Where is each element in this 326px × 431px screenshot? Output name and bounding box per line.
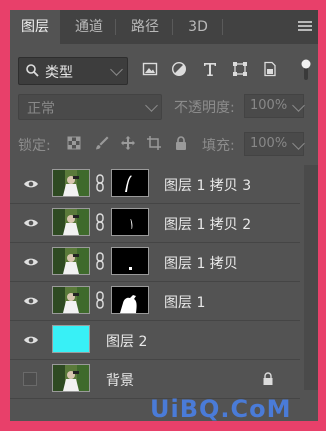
outer-frame: 图层 通道 路径 3D 类型 正常 不透明度: 100% 锁定: 填充: 100… — [0, 0, 326, 431]
lock-transparent-pixels-icon[interactable] — [66, 135, 82, 151]
eye-icon[interactable] — [23, 179, 39, 189]
layer-thumbnail — [52, 286, 90, 314]
eye-icon[interactable] — [23, 335, 39, 345]
layer-mask-thumbnail[interactable] — [111, 169, 149, 197]
layer-thumbnail — [52, 208, 90, 236]
lock-all-icon[interactable] — [173, 135, 189, 151]
layers-scrollbar[interactable] — [304, 165, 318, 390]
image-filter-icon[interactable] — [142, 61, 158, 77]
link-chain-icon[interactable] — [96, 252, 104, 270]
watermark: UiBQ.CoM — [150, 395, 292, 423]
eye-icon[interactable] — [23, 296, 39, 306]
eye-icon[interactable] — [23, 218, 39, 228]
link-chain-icon[interactable] — [96, 174, 104, 192]
layer-name[interactable]: 图层 1 — [164, 292, 205, 312]
layers-panel: 图层 通道 路径 3D 类型 正常 不透明度: 100% 锁定: 填充: 100… — [10, 10, 318, 421]
blend-mode-dropdown[interactable]: 正常 — [18, 94, 162, 120]
lock-position-icon[interactable] — [120, 135, 136, 151]
tab-3d[interactable]: 3D — [174, 10, 222, 44]
layer-name[interactable]: 图层 2 — [106, 331, 147, 351]
panel-menu-icon[interactable] — [298, 21, 312, 33]
layer-mask-thumbnail[interactable] — [111, 208, 149, 236]
layers-list: 图层 1 拷贝 3 图层 1 拷贝 2 图层 1 拷贝 图层 1 图层 2 背景 — [10, 165, 318, 421]
chevron-down-icon — [145, 99, 158, 112]
visibility-toggle-empty[interactable] — [23, 372, 37, 386]
layer-name[interactable]: 图层 1 拷贝 2 — [164, 214, 251, 234]
lock-image-pixels-icon[interactable] — [94, 135, 110, 151]
lock-label: 锁定: — [18, 138, 51, 154]
link-chain-icon[interactable] — [96, 213, 104, 231]
layer-name[interactable]: 背景 — [106, 370, 134, 390]
filter-type-dropdown[interactable]: 类型 — [18, 57, 128, 85]
layer-row[interactable]: 图层 1 拷贝 — [10, 243, 300, 282]
lock-icon — [263, 372, 273, 385]
layer-row[interactable]: 图层 2 — [10, 321, 300, 360]
layer-row[interactable]: 图层 1 — [10, 282, 300, 321]
layer-thumbnail — [52, 364, 90, 392]
lock-artboard-icon[interactable] — [146, 135, 162, 151]
tab-paths[interactable]: 路径 — [118, 10, 172, 44]
filter-type-label: 类型 — [45, 65, 73, 81]
layer-thumbnail-cyan-fill — [52, 325, 90, 353]
link-chain-icon[interactable] — [96, 291, 104, 309]
eye-icon[interactable] — [23, 257, 39, 267]
chevron-down-icon — [110, 63, 123, 76]
layer-name[interactable]: 图层 1 拷贝 — [164, 253, 238, 273]
tab-bar: 图层 通道 路径 3D — [10, 10, 318, 44]
shape-filter-icon[interactable] — [232, 61, 248, 77]
layer-row[interactable]: 图层 1 拷贝 2 — [10, 204, 300, 243]
blend-mode-value: 正常 — [27, 101, 55, 117]
layer-thumbnail — [52, 247, 90, 275]
layer-name[interactable]: 图层 1 拷贝 3 — [164, 175, 251, 195]
tab-channels[interactable]: 通道 — [62, 10, 116, 44]
smart-object-filter-icon[interactable] — [262, 61, 278, 77]
opacity-value: 100% — [250, 98, 288, 113]
opacity-label: 不透明度: — [174, 100, 235, 116]
layer-mask-thumbnail[interactable] — [111, 247, 149, 275]
layer-row-background[interactable]: 背景 — [10, 360, 300, 399]
tab-layers[interactable]: 图层 — [10, 10, 60, 44]
layer-row[interactable]: 图层 1 拷贝 3 — [10, 165, 300, 204]
tab-divider — [172, 19, 173, 35]
type-filter-icon[interactable] — [202, 61, 218, 77]
layer-thumbnail — [52, 169, 90, 197]
layer-mask-thumbnail[interactable] — [111, 286, 149, 314]
fill-label: 填充: — [202, 138, 235, 154]
search-icon — [26, 64, 39, 77]
filter-toggle[interactable] — [301, 58, 311, 82]
tab-divider — [222, 19, 223, 35]
adjustment-filter-icon[interactable] — [171, 61, 187, 77]
fill-value: 100% — [250, 136, 288, 151]
